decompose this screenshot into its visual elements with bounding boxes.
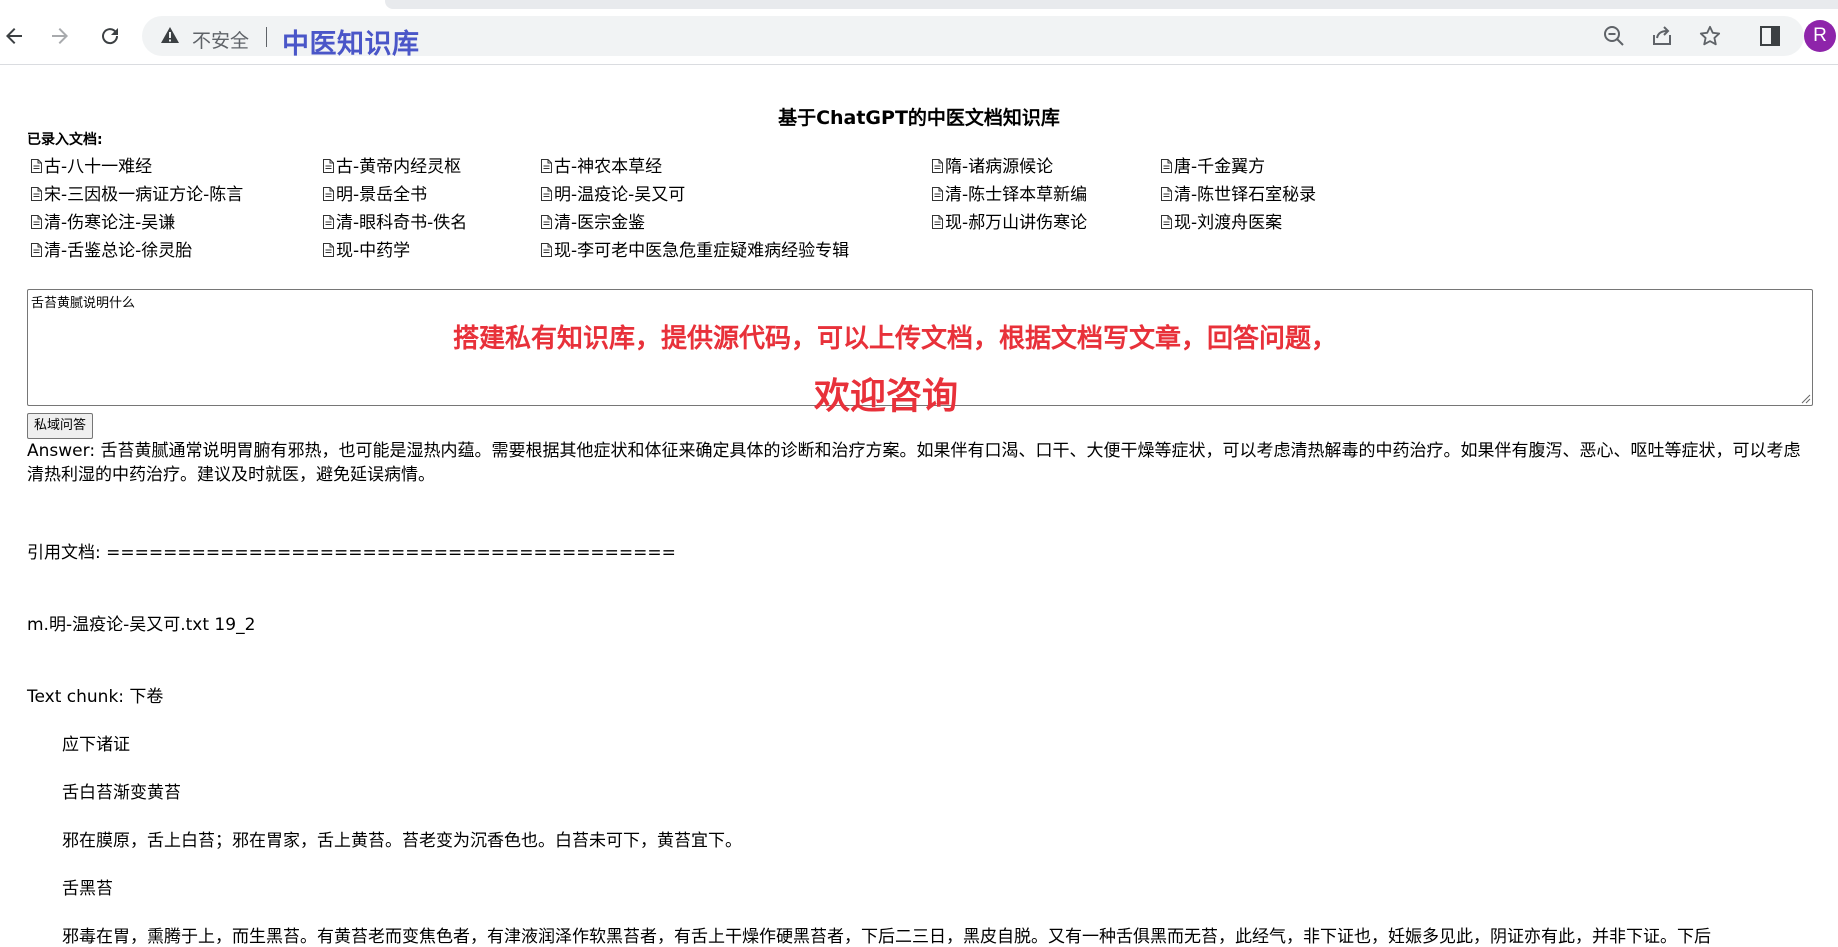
warning-icon[interactable] [160, 24, 180, 46]
document-icon [541, 242, 552, 257]
document-icon [31, 186, 42, 201]
document-item: 宋-三因极一病证方论-陈言 [31, 180, 243, 205]
document-icon [541, 214, 552, 229]
document-item: 清-舌鉴总论-徐灵胎 [31, 236, 192, 261]
browser-toolbar: 不安全 中医知识库 R [0, 0, 1838, 65]
profile-avatar[interactable]: R [1804, 20, 1836, 52]
text-chunk-label: Text chunk: 下卷 [27, 687, 164, 707]
share-icon[interactable] [1646, 20, 1678, 52]
arrow-right-icon [52, 28, 68, 44]
divider [266, 27, 267, 47]
arrow-left-icon [6, 28, 22, 44]
document-item: 清-陈世铎石室秘录 [1161, 180, 1316, 205]
tab-strip [385, 0, 1838, 9]
document-item: 古-黄帝内经灵枢 [323, 152, 461, 177]
document-item: 古-八十一难经 [31, 152, 152, 177]
document-item: 古-神农本草经 [541, 152, 662, 177]
document-icon [932, 158, 943, 173]
chunk-line: 邪在膜原，舌上白苔；邪在胃家，舌上黄苔。苔老变为沉香色也。白苔未可下，黄苔宜下。 [62, 831, 742, 851]
document-item: 隋-诸病源候论 [932, 152, 1053, 177]
zoom-out-icon[interactable] [1598, 20, 1630, 52]
document-icon [323, 214, 334, 229]
promo-banner-line1: 搭建私有知识库，提供源代码，可以上传文档，根据文档写文章，回答问题， [452, 324, 1337, 354]
address-bar[interactable]: 不安全 中医知识库 [142, 16, 980, 60]
chunk-line: 应下诸证 [62, 735, 130, 755]
document-icon [541, 186, 552, 201]
side-panel-icon[interactable] [1754, 20, 1786, 52]
document-icon [31, 214, 42, 229]
source-file-name: m.明-温疫论-吴又可.txt 19_2 [27, 615, 256, 635]
document-item: 明-温疫论-吴又可 [541, 180, 685, 205]
documents-label: 已录入文档: [27, 132, 103, 148]
document-icon [323, 242, 334, 257]
document-icon [323, 186, 334, 201]
chunk-line: 邪毒在胃，熏腾于上，而生黑苔。有黄苔老而变焦色者，有津液润泽作软黑苔者，有舌上干… [62, 927, 1711, 947]
document-icon [932, 214, 943, 229]
page-title: 基于ChatGPT的中医文档知识库 [778, 107, 1060, 129]
document-icon [31, 158, 42, 173]
not-secure-label[interactable]: 不安全 [192, 26, 249, 53]
resize-grip-icon[interactable] [1799, 392, 1811, 404]
cited-documents-label: 引用文档: ==================================… [27, 543, 676, 563]
promo-banner-line2: 欢迎咨询 [813, 376, 958, 417]
url-text[interactable]: 中医知识库 [282, 22, 420, 61]
document-item: 现-刘渡舟医案 [1161, 208, 1282, 233]
document-item: 明-景岳全书 [323, 180, 427, 205]
reload-button[interactable] [90, 16, 130, 56]
address-bar-right[interactable] [980, 16, 1804, 56]
document-icon [541, 158, 552, 173]
private-qa-button[interactable]: 私域问答 [27, 413, 94, 439]
reload-icon [102, 28, 119, 45]
document-icon [1161, 214, 1172, 229]
chunk-line: 舌黑苔 [62, 879, 113, 899]
answer-text: Answer: 舌苔黄腻通常说明胃腑有邪热，也可能是湿热内蕴。需要根据其他症状和… [27, 441, 1801, 485]
document-item: 清-眼科奇书-佚名 [323, 208, 467, 233]
document-item: 现-李可老中医急危重症疑难病经验专辑 [541, 236, 849, 261]
document-icon [323, 158, 334, 173]
bookmark-star-icon[interactable] [1694, 20, 1726, 52]
back-button[interactable] [0, 16, 34, 56]
chunk-line: 舌白苔渐变黄苔 [62, 783, 181, 803]
document-icon [1161, 158, 1172, 173]
forward-button[interactable] [40, 16, 80, 56]
document-item: 清-陈士铎本草新编 [932, 180, 1087, 205]
document-icon [932, 186, 943, 201]
document-item: 现-郝万山讲伤寒论 [932, 208, 1087, 233]
question-text[interactable]: 舌苔黄腻说明什么 [31, 296, 135, 311]
document-icon [1161, 186, 1172, 201]
document-item: 唐-千金翼方 [1161, 152, 1265, 177]
document-item: 清-医宗金鉴 [541, 208, 645, 233]
document-item: 现-中药学 [323, 236, 410, 261]
document-icon [31, 242, 42, 257]
document-item: 清-伤寒论注-吴谦 [31, 208, 175, 233]
